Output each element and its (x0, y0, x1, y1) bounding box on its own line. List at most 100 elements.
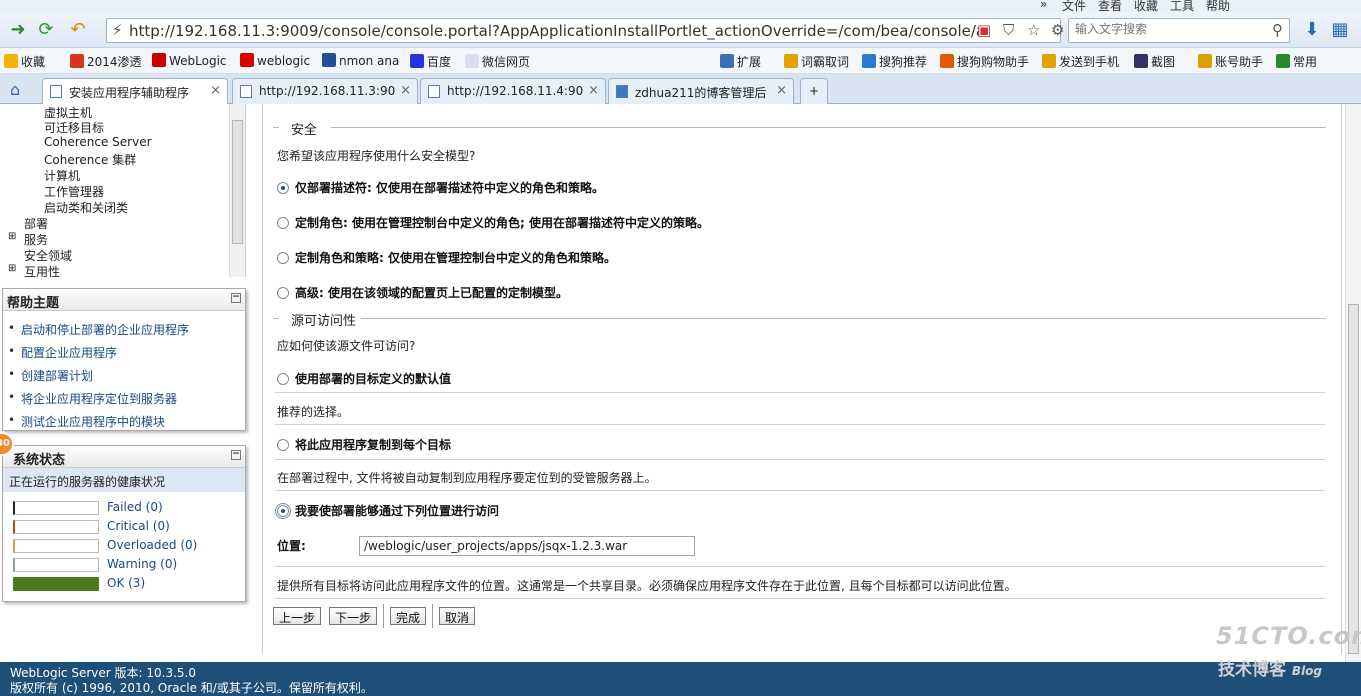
gear-icon[interactable]: ⚙ (1051, 21, 1064, 39)
previous-button[interactable]: 上一步 (273, 607, 322, 625)
status-bar (13, 501, 99, 515)
help-link[interactable]: 将企业应用程序定位到服务器 (3, 387, 245, 410)
search-box[interactable]: ⚲ (1068, 18, 1290, 43)
expand-icon[interactable]: ⊞ (8, 263, 16, 274)
star-icon[interactable]: ☆ (1027, 21, 1040, 39)
system-status-title: 系统状态 − (3, 446, 245, 468)
page-icon (428, 85, 440, 98)
bookmark-item[interactable]: WebLogic (152, 53, 227, 68)
domain-tree: 虚拟主机 可迁移目标 Coherence Server Coherence 集群… (0, 104, 246, 277)
scroll-thumb[interactable] (1348, 304, 1359, 654)
minimize-icon[interactable]: − (231, 293, 241, 303)
radio-selected[interactable] (275, 503, 291, 519)
bookmark-item[interactable]: 百度 (410, 53, 451, 70)
tree-item-coherence-server[interactable]: Coherence Server (44, 135, 152, 149)
expand-icon[interactable]: ⊞ (8, 231, 16, 242)
radio-selected[interactable] (277, 182, 289, 194)
divider (275, 490, 1325, 491)
close-icon[interactable]: × (776, 83, 787, 98)
search-input[interactable] (1075, 22, 1260, 36)
bookmark-item[interactable]: 截图 (1134, 53, 1175, 70)
tab-bar: ⌂ 安装应用程序辅助程序 × http://192.168.11.3:90 × ht… (0, 74, 1361, 105)
security-option-dd-only[interactable]: 仅部署描述符: 仅使用在部署描述符中定义的角色和策略。 (277, 179, 604, 196)
cancel-button[interactable]: 取消 (439, 607, 476, 625)
star-icon (4, 54, 18, 68)
divider (275, 424, 1325, 425)
help-link[interactable]: 创建部署计划 (3, 364, 245, 387)
finish-button[interactable]: 完成 (390, 607, 427, 625)
bookmark-item[interactable]: 词霸取词 (784, 53, 849, 70)
radio[interactable] (277, 439, 289, 451)
bookmark-item[interactable]: 账号助手 (1198, 53, 1263, 70)
next-button[interactable]: 下一步 (329, 607, 378, 625)
new-tab-button[interactable]: + (800, 78, 828, 104)
shield-icon[interactable]: ⛉ (1003, 21, 1014, 39)
address-bar[interactable]: ⚡ http://192.168.11.3:9009/console/conso… (106, 18, 1064, 43)
home-icon[interactable]: ⌂ (10, 80, 20, 99)
grid-icon[interactable]: ▦ (1328, 18, 1352, 42)
navigation-bar: ➜ ⟳ ↶ ⚡ http://192.168.11.3:9009/console… (0, 12, 1361, 48)
system-status-panel: 系统状态 − 正在运行的服务器的健康状况 Failed (0) Critical … (2, 445, 246, 602)
refresh-icon[interactable]: ⟳ (34, 18, 58, 42)
minimize-icon[interactable]: − (231, 450, 241, 460)
close-icon[interactable]: × (588, 83, 599, 98)
bookmark-item[interactable]: 发送到手机 (1042, 53, 1119, 70)
search-icon[interactable]: ⚲ (1272, 21, 1283, 39)
source-option-location[interactable]: 我要使部署能够通过下列位置进行访问 (275, 502, 499, 519)
security-option-custom-roles[interactable]: 定制角色: 使用在管理控制台中定义的角色; 使用在部署描述符中定义的策略。 (277, 214, 709, 231)
back-icon[interactable]: ➜ (6, 18, 30, 42)
source-option-default[interactable]: 使用部署的目标定义的默认值 (277, 370, 451, 387)
security-question: 您希望该应用程序使用什么安全模型? (277, 149, 476, 163)
location-input[interactable] (359, 536, 695, 556)
radio[interactable] (277, 373, 289, 385)
tab-url-3[interactable]: http://192.168.11.3:90 × (232, 78, 418, 104)
bookmark-item[interactable]: 常用 (1276, 53, 1317, 70)
help-link[interactable]: 配置企业应用程序 (3, 341, 245, 364)
tree-item-interoperability[interactable]: 互用性 (24, 263, 60, 277)
bookmark-extensions[interactable]: 扩展 (720, 53, 761, 70)
bookmark-item[interactable]: nmon ana (322, 53, 399, 68)
bookmark-item[interactable]: weblogic (240, 53, 310, 68)
tree-item-machines[interactable]: 计算机 (44, 167, 80, 184)
more-chevron[interactable]: » (1040, 0, 1047, 11)
download-icon[interactable]: ⬇ (1300, 18, 1324, 42)
tree-item-security-realms[interactable]: 安全领域 (24, 247, 72, 264)
bookmark-item[interactable]: 微信网页 (465, 53, 530, 70)
bookmark-item[interactable]: 2014渗透 (70, 53, 142, 70)
image-icon[interactable]: ▣ (977, 21, 991, 39)
help-link[interactable]: 启动和停止部署的企业应用程序 (3, 318, 245, 341)
bookmark-favorites[interactable]: 收藏 (4, 53, 45, 70)
tree-scrollbar[interactable] (229, 104, 245, 277)
source-option-copy-note: 在部署过程中, 文件将被自动复制到应用程序要定位到的受管服务器上。 (277, 471, 657, 485)
source-option-copy[interactable]: 将此应用程序复制到每个目标 (277, 436, 451, 453)
bookmarks-bar: 收藏 2014渗透 WebLogic weblogic nmon ana 百度 … (0, 48, 1361, 74)
radio[interactable] (277, 287, 289, 299)
scissors-icon (1134, 54, 1148, 68)
bookmark-item[interactable]: 搜狗购物助手 (940, 53, 1029, 70)
tree-item-services[interactable]: 服务 (24, 231, 48, 248)
radio[interactable] (277, 217, 289, 229)
source-question: 应如何使该源文件可访问? (277, 339, 416, 353)
security-option-custom-roles-policies[interactable]: 定制角色和策略: 仅使用在管理控制台中定义的角色和策略。 (277, 249, 616, 266)
divider (331, 127, 1326, 128)
page-scrollbar[interactable] (1345, 104, 1361, 664)
phone-icon (1042, 54, 1056, 68)
tree-item-coherence-cluster[interactable]: Coherence 集群 (44, 151, 136, 168)
tree-item-work-managers[interactable]: 工作管理器 (44, 183, 104, 200)
undo-icon[interactable]: ↶ (66, 18, 90, 42)
security-option-advanced[interactable]: 高级: 使用在该领域的配置页上已配置的定制模型。 (277, 284, 568, 301)
close-icon[interactable]: × (400, 83, 411, 98)
help-link[interactable]: 测试企业应用程序中的模块 (3, 410, 245, 433)
radio[interactable] (277, 252, 289, 264)
tree-item-migratable-targets[interactable]: 可迁移目标 (44, 119, 104, 136)
address-url[interactable]: http://192.168.11.3:9009/console/console… (129, 22, 979, 40)
doc-icon (465, 54, 479, 68)
scroll-thumb[interactable] (232, 120, 243, 244)
tab-install-assistant[interactable]: 安装应用程序辅助程序 × (42, 78, 228, 105)
tab-url-4[interactable]: http://192.168.11.4:90 × (420, 78, 606, 104)
bookmark-item[interactable]: 搜狗推荐 (862, 53, 927, 70)
tree-item-deployments[interactable]: 部署 (24, 215, 48, 232)
tab-blog[interactable]: zdhua211的博客管理后 × (608, 78, 794, 104)
tree-item-startup-shutdown[interactable]: 启动类和关闭类 (44, 199, 128, 216)
close-icon[interactable]: × (210, 83, 221, 98)
